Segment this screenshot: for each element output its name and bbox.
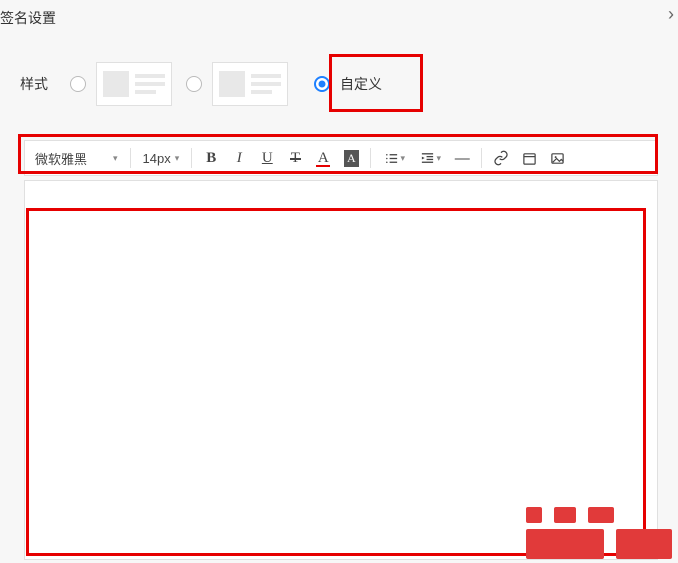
signature-preview-2[interactable]	[212, 62, 288, 106]
font-color-icon: A	[318, 150, 329, 167]
style-option-custom[interactable]: 自定义	[302, 66, 394, 102]
strike-icon: T	[291, 150, 300, 167]
calendar-icon	[522, 151, 537, 166]
toolbar-divider	[481, 148, 482, 168]
font-size-select[interactable]: 14px ▾	[137, 144, 186, 172]
decorative-overlay	[526, 507, 672, 559]
style-option-template-1[interactable]	[70, 62, 172, 106]
style-label: 样式	[20, 74, 48, 94]
dash-button[interactable]: —	[449, 145, 475, 171]
style-option-template-2[interactable]	[186, 62, 288, 106]
list-icon	[384, 151, 399, 166]
close-icon[interactable]: ›	[668, 4, 674, 25]
avatar-placeholder	[103, 71, 129, 97]
font-family-select[interactable]: 微软雅黑 ▾	[29, 144, 124, 172]
indent-button[interactable]: ▾	[413, 145, 447, 171]
bg-color-icon: A	[344, 150, 359, 167]
toolbar-divider	[370, 148, 371, 168]
toolbar-divider	[130, 148, 131, 168]
list-button[interactable]: ▾	[377, 145, 411, 171]
style-row: 样式 自定义	[20, 62, 394, 106]
panel-title: 签名设置	[0, 8, 56, 28]
link-icon	[493, 150, 509, 166]
editor-content-area[interactable]	[28, 210, 644, 554]
custom-option-label: 自定义	[340, 74, 382, 94]
italic-icon: I	[237, 150, 242, 167]
indent-icon	[420, 151, 435, 166]
link-button[interactable]	[488, 145, 514, 171]
editor-toolbar: 微软雅黑 ▾ 14px ▾ B I U T A A ▾ ▾ —	[24, 140, 658, 176]
font-size-value: 14px	[143, 151, 171, 166]
radio-icon[interactable]	[70, 76, 86, 92]
lines-placeholder	[135, 74, 165, 94]
underline-icon: U	[262, 150, 273, 167]
background-color-button[interactable]: A	[338, 145, 364, 171]
image-icon	[550, 151, 565, 166]
chevron-down-icon: ▾	[113, 153, 118, 164]
date-button[interactable]	[516, 145, 542, 171]
strikethrough-button[interactable]: T	[282, 145, 308, 171]
font-color-button[interactable]: A	[310, 145, 336, 171]
bold-icon: B	[206, 150, 216, 167]
underline-button[interactable]: U	[254, 145, 280, 171]
bold-button[interactable]: B	[198, 145, 224, 171]
chevron-down-icon: ▾	[175, 153, 180, 164]
chevron-down-icon: ▾	[437, 153, 442, 164]
italic-button[interactable]: I	[226, 145, 252, 171]
radio-icon[interactable]	[186, 76, 202, 92]
toolbar-divider	[191, 148, 192, 168]
lines-placeholder	[251, 74, 281, 94]
avatar-placeholder	[219, 71, 245, 97]
radio-icon-selected[interactable]	[314, 76, 330, 92]
chevron-down-icon: ▾	[401, 153, 406, 164]
image-button[interactable]	[544, 145, 570, 171]
signature-preview-1[interactable]	[96, 62, 172, 106]
font-family-value: 微软雅黑	[35, 149, 87, 168]
dash-icon: —	[455, 150, 470, 167]
